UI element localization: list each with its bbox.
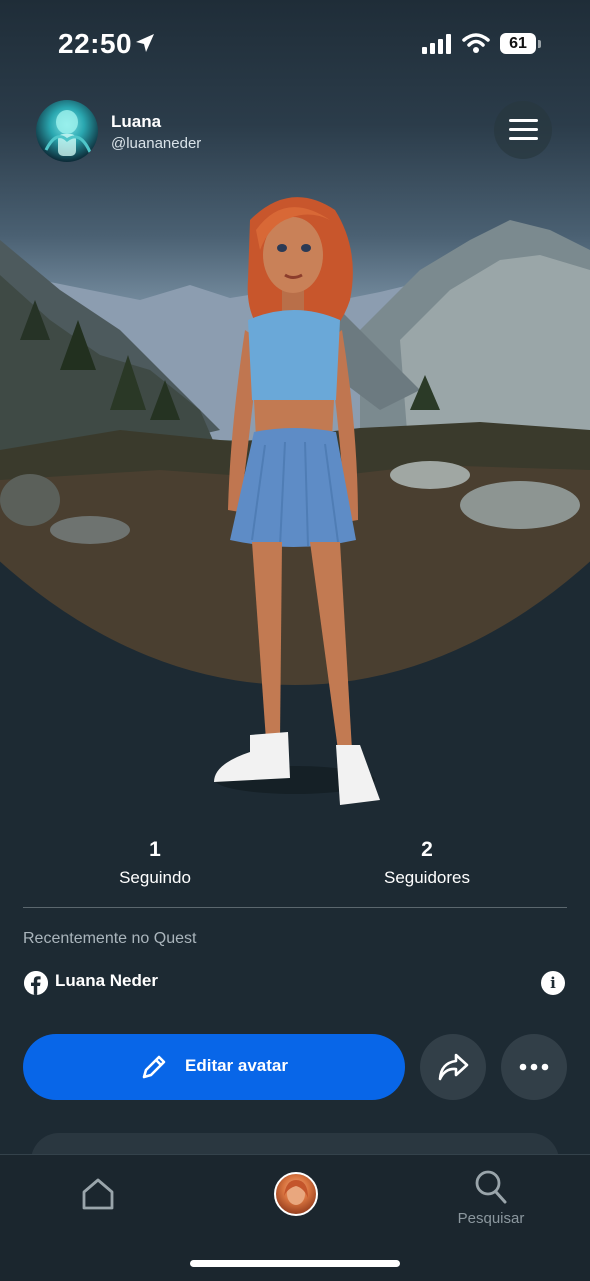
menu-icon-bar	[509, 128, 538, 131]
avatar-icon[interactable]	[274, 1172, 318, 1216]
edit-avatar-button[interactable]: Editar avatar	[23, 1034, 405, 1100]
stat-followers-label: Seguidores	[383, 868, 470, 887]
menu-icon-bar	[509, 137, 538, 140]
stat-followers-value: 2	[421, 838, 433, 861]
search-icon[interactable]	[474, 1169, 508, 1205]
facebook-account-name[interactable]: Luana Neder	[55, 971, 158, 991]
profile-avatar-art	[44, 110, 92, 156]
menu-icon-bar	[509, 119, 538, 122]
nav-avatar-art	[284, 1180, 308, 1205]
stat-following[interactable]: 1 Seguindo	[55, 838, 255, 888]
wifi-icon	[462, 33, 490, 53]
home-indicator[interactable]	[190, 1260, 400, 1267]
battery-icon: 61	[500, 33, 536, 54]
share-icon	[438, 1053, 469, 1081]
profile-name: Luana	[111, 112, 162, 131]
divider	[23, 907, 567, 908]
menu-button[interactable]	[494, 101, 552, 159]
signal-icon	[422, 34, 451, 54]
recent-section-title: Recentemente no Quest	[23, 930, 197, 947]
battery-level: 61	[509, 35, 527, 52]
more-options-button[interactable]	[501, 1034, 567, 1100]
info-icon[interactable]: i	[541, 971, 565, 995]
profile-handle: @luananeder	[111, 135, 202, 152]
pencil-icon	[142, 1055, 166, 1079]
status-time: 22:50	[58, 28, 133, 59]
location-arrow-icon	[136, 34, 154, 52]
profile-avatar[interactable]	[36, 100, 98, 162]
home-icon[interactable]	[80, 1177, 116, 1211]
stat-following-value: 1	[149, 838, 161, 861]
status-bar: 22:50 61	[0, 0, 590, 88]
edit-avatar-label: Editar avatar	[185, 1056, 288, 1075]
share-button[interactable]	[420, 1034, 486, 1100]
stat-following-label: Seguindo	[119, 868, 191, 887]
avatar-figure	[214, 197, 380, 805]
battery-cap	[538, 40, 541, 48]
facebook-icon	[24, 971, 48, 995]
stat-followers[interactable]: 2 Seguidores	[327, 838, 527, 888]
more-horizontal-icon	[519, 1063, 549, 1071]
nav-search-label[interactable]: Pesquisar	[440, 1210, 542, 1227]
